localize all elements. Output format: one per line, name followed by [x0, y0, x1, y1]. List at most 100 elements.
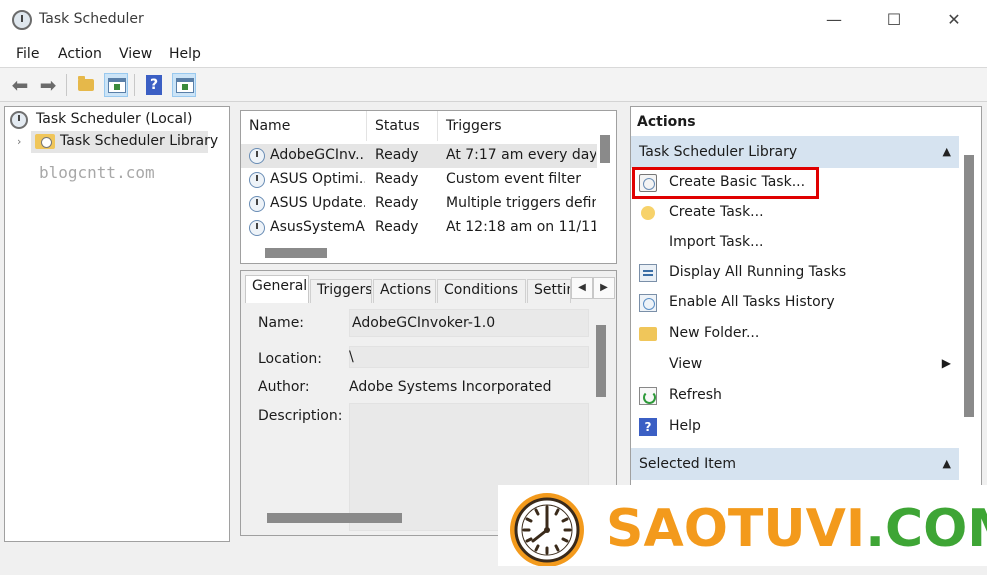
action-label: Create Task... — [669, 204, 764, 220]
close-button[interactable]: ✕ — [932, 6, 976, 34]
new-folder-icon — [639, 327, 657, 341]
task-status: Ready — [375, 171, 419, 187]
column-header-status[interactable]: Status — [367, 111, 438, 141]
logo-text-com: .COM — [865, 499, 987, 559]
location-field-box — [349, 346, 589, 368]
maximize-button[interactable]: ☐ — [872, 6, 916, 34]
task-row[interactable]: AdobeGCInv... Ready At 7:17 am every day — [241, 144, 597, 168]
title-bar: Task Scheduler — ☐ ✕ — [0, 0, 987, 40]
task-clock-icon — [249, 172, 265, 188]
task-name: AsusSystemA... — [270, 219, 365, 235]
actions-vertical-scrollbar[interactable] — [964, 155, 974, 417]
actions-pane-title: Actions — [637, 114, 696, 130]
name-value[interactable]: AdobeGCInvoker-1.0 — [352, 315, 495, 331]
author-label: Author: — [258, 379, 310, 395]
menu-action[interactable]: Action — [58, 46, 102, 62]
collapse-icon[interactable]: ▲ — [943, 136, 951, 168]
action-display-running-tasks[interactable]: Display All Running Tasks — [631, 258, 959, 288]
action-help[interactable]: ? Help — [631, 412, 959, 442]
toolbar: ⬅ ➡ ? — [0, 68, 987, 102]
tree-item-library[interactable]: Task Scheduler Library — [31, 131, 218, 153]
task-list-horizontal-scrollbar[interactable] — [265, 248, 327, 258]
action-enable-history[interactable]: Enable All Tasks History — [631, 288, 959, 318]
tab-conditions[interactable]: Conditions — [437, 279, 526, 303]
clock-icon — [10, 111, 28, 129]
name-label: Name: — [258, 315, 305, 331]
action-label: Enable All Tasks History — [669, 294, 835, 310]
tab-settings[interactable]: Settin — [527, 279, 571, 303]
toolbar-separator — [66, 74, 67, 96]
tree-item-root[interactable]: Task Scheduler (Local) — [5, 109, 229, 131]
action-refresh[interactable]: Refresh — [631, 381, 959, 411]
task-status: Ready — [375, 195, 419, 211]
action-label: Import Task... — [669, 234, 764, 250]
action-pane-glyph — [176, 78, 194, 93]
description-label: Description: — [258, 408, 343, 424]
logo-wordmark: SAOTUVI.COM — [606, 499, 987, 559]
task-list-vertical-scrollbar[interactable] — [600, 135, 610, 163]
saotuvi-logo: SAOTUVI.COM — [498, 485, 987, 575]
section-header-selected-item[interactable]: Selected Item ▲ — [631, 448, 959, 480]
back-arrow-icon[interactable]: ⬅ — [8, 73, 32, 97]
running-tasks-icon — [639, 264, 657, 282]
watermark-text: blogcntt.com — [39, 163, 155, 182]
action-new-folder[interactable]: New Folder... — [631, 319, 959, 349]
task-row[interactable]: ASUS Update... Ready Multiple triggers d… — [241, 192, 597, 216]
tree-library-label: Task Scheduler Library — [60, 133, 219, 149]
action-label: Refresh — [669, 387, 722, 403]
section-header-library[interactable]: Task Scheduler Library ▲ — [631, 136, 959, 168]
help-icon: ? — [639, 418, 657, 436]
highlight-rectangle — [632, 167, 819, 199]
console-tree-glyph — [108, 78, 126, 93]
help-icon[interactable]: ? — [142, 73, 166, 97]
task-trigger: Multiple triggers define — [446, 195, 596, 211]
clock-logo-icon — [510, 493, 584, 567]
help-glyph: ? — [146, 75, 162, 95]
status-strip — [0, 566, 987, 575]
task-clock-icon — [249, 148, 265, 164]
menu-help[interactable]: Help — [169, 46, 201, 62]
task-row[interactable]: ASUS Optimi... Ready Custom event filter — [241, 168, 597, 192]
tree-root-label: Task Scheduler (Local) — [36, 111, 193, 127]
forward-arrow-icon[interactable]: ➡ — [36, 73, 60, 97]
action-label: Display All Running Tasks — [669, 264, 847, 280]
tab-actions[interactable]: Actions — [373, 279, 436, 303]
task-name: AdobeGCInv... — [270, 147, 365, 163]
tab-triggers[interactable]: Triggers — [310, 279, 372, 303]
action-create-task[interactable]: Create Task... — [631, 198, 959, 228]
task-status: Ready — [375, 219, 419, 235]
folder-up-icon[interactable] — [74, 73, 98, 97]
collapse-icon[interactable]: ▲ — [943, 448, 951, 480]
folder-up-glyph — [78, 76, 94, 91]
task-row[interactable]: AsusSystemA... Ready At 12:18 am on 11/1… — [241, 216, 597, 240]
task-trigger: At 7:17 am every day — [446, 147, 596, 163]
action-pane-icon[interactable] — [172, 73, 196, 97]
column-header-name[interactable]: Name — [241, 111, 367, 141]
action-view[interactable]: View ▶ — [631, 350, 959, 380]
task-list-panel: Name Status Triggers AdobeGCInv... Ready… — [240, 110, 617, 264]
tab-scroll-right-icon[interactable]: ▶ — [593, 277, 615, 299]
action-label: View — [669, 356, 703, 372]
console-tree-icon[interactable] — [104, 73, 128, 97]
refresh-icon — [639, 387, 657, 405]
tab-scroll-left-icon[interactable]: ◀ — [571, 277, 593, 299]
tasks-history-icon — [639, 294, 657, 312]
task-name: ASUS Update... — [270, 195, 365, 211]
chevron-right-icon[interactable]: › — [17, 135, 21, 148]
author-value[interactable]: Adobe Systems Incorporated — [349, 379, 551, 395]
toolbar-separator — [134, 74, 135, 96]
menu-view[interactable]: View — [119, 46, 152, 62]
location-label: Location: — [258, 351, 322, 367]
menu-file[interactable]: File — [16, 46, 39, 62]
details-vertical-scrollbar[interactable] — [596, 325, 606, 397]
details-horizontal-scrollbar[interactable] — [267, 513, 402, 523]
window-title: Task Scheduler — [39, 11, 144, 27]
task-clock-icon — [249, 196, 265, 212]
details-tab-bar: General Triggers Actions Conditions Sett… — [241, 271, 616, 303]
action-import-task[interactable]: Import Task... — [631, 228, 959, 258]
minimize-button[interactable]: — — [812, 6, 856, 34]
library-folder-icon — [35, 134, 55, 149]
location-value[interactable]: \ — [349, 349, 354, 365]
column-header-triggers[interactable]: Triggers — [438, 111, 596, 141]
tab-general[interactable]: General — [245, 275, 309, 303]
